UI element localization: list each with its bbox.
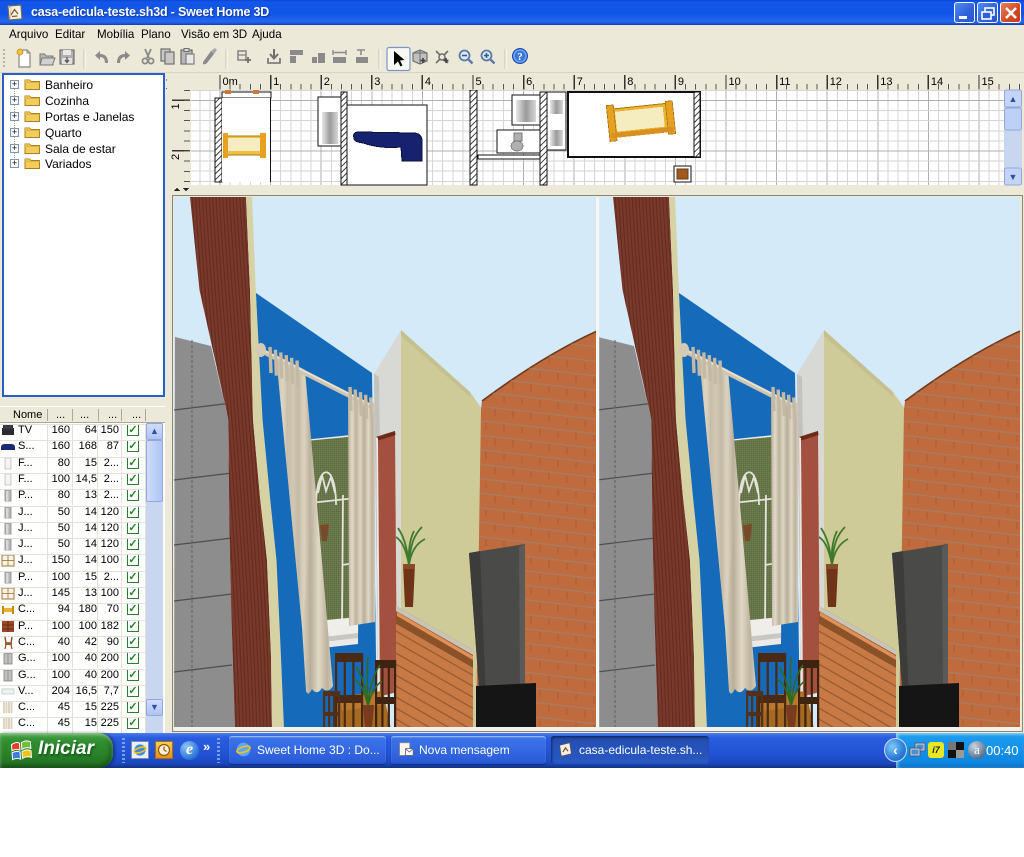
svg-text:4: 4 [425, 76, 431, 88]
svg-text:2: 2 [170, 154, 182, 160]
svg-text:5: 5 [476, 76, 482, 88]
svg-text:11: 11 [779, 76, 790, 88]
svg-text:7: 7 [577, 76, 583, 88]
svg-text:9: 9 [678, 76, 684, 88]
svg-text:12: 12 [830, 76, 842, 88]
svg-text:3: 3 [374, 76, 380, 88]
svg-text:8: 8 [627, 76, 633, 88]
svg-text:13: 13 [880, 76, 892, 88]
svg-text:15: 15 [982, 76, 994, 88]
svg-text:6: 6 [526, 76, 532, 88]
svg-text:?: ? [517, 51, 523, 63]
svg-text:10: 10 [729, 76, 741, 88]
svg-text:14: 14 [931, 76, 943, 88]
svg-text:1: 1 [273, 76, 279, 88]
svg-text:1: 1 [170, 103, 182, 109]
svg-text:▼: ▼ [1009, 172, 1018, 182]
svg-text:▲: ▲ [1009, 94, 1018, 104]
svg-text:2: 2 [324, 76, 330, 88]
